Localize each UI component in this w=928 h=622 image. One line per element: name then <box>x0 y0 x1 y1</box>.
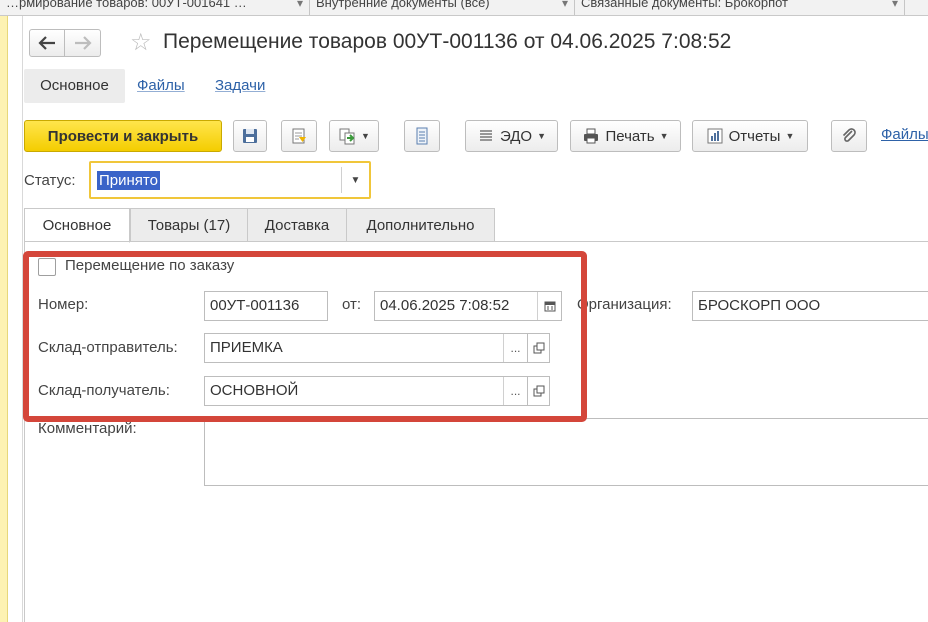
post-and-close-button[interactable]: Провести и закрыть <box>24 120 222 152</box>
save-button[interactable] <box>233 120 267 152</box>
highlight-frame <box>23 251 587 422</box>
tab-main[interactable]: Основное <box>24 208 130 243</box>
print-button[interactable]: Печать ▼ <box>570 120 681 152</box>
chevron-down-icon[interactable]: ▾ <box>562 0 568 12</box>
tab-delivery[interactable]: Доставка <box>247 208 347 242</box>
chevron-down-icon[interactable]: ▾ <box>297 0 303 12</box>
create-based-on-button[interactable]: ▼ <box>329 120 379 152</box>
journal-icon <box>416 127 428 145</box>
window-tab-2[interactable]: Внутренние документы (все) ▾ <box>310 0 575 15</box>
edo-icon <box>479 130 492 141</box>
section-files-link[interactable]: Файлы <box>137 69 185 103</box>
tab-additional[interactable]: Дополнительно <box>346 208 495 242</box>
chevron-down-icon: ▼ <box>659 131 669 141</box>
arrow-right-icon <box>74 36 92 50</box>
files-link[interactable]: Файлы <box>881 126 928 143</box>
chevron-down-icon: ▼ <box>361 131 370 141</box>
window-tab-1[interactable]: …рмирование товаров: 00УТ-001641 … ▾ <box>0 0 310 15</box>
page-title: Перемещение товаров 00УТ-001136 от 04.06… <box>163 30 732 53</box>
tab-underline <box>24 241 928 242</box>
organization-label: Организация: <box>577 296 672 313</box>
section-tasks-link[interactable]: Задачи <box>215 69 265 103</box>
status-value: Принято <box>97 171 160 190</box>
edo-button[interactable]: ЭДО ▼ <box>465 120 558 152</box>
forward-button[interactable] <box>65 29 101 57</box>
left-panel-edge <box>0 16 8 622</box>
window-tabs: …рмирование товаров: 00УТ-001641 … ▾ Вну… <box>0 0 928 16</box>
section-main[interactable]: Основное <box>24 69 125 103</box>
window-tab-3[interactable]: Связанные документы: Брокорпот ▾ <box>575 0 905 15</box>
reports-button[interactable]: Отчеты ▼ <box>692 120 808 152</box>
back-button[interactable] <box>29 29 65 57</box>
chevron-down-icon: ▼ <box>785 131 795 141</box>
tab-goods[interactable]: Товары (17) <box>130 208 248 242</box>
document-journal-button[interactable] <box>404 120 440 152</box>
post-button[interactable] <box>281 120 317 152</box>
status-label: Статус: <box>24 172 76 189</box>
arrow-left-icon <box>38 36 55 50</box>
attach-button[interactable] <box>831 120 867 152</box>
chevron-down-icon: ▼ <box>537 131 547 141</box>
chevron-down-icon[interactable]: ▼ <box>341 167 369 193</box>
paperclip-icon <box>842 128 856 142</box>
organization-input[interactable]: БРОСКОРП ООО <box>692 291 928 321</box>
reports-icon <box>707 128 723 144</box>
create-based-icon <box>339 128 355 145</box>
printer-icon <box>584 128 599 144</box>
comment-label: Комментарий: <box>38 420 137 437</box>
comment-textarea[interactable] <box>204 418 928 486</box>
post-document-icon <box>292 128 306 144</box>
save-disk-icon <box>243 129 257 143</box>
favorite-star-icon[interactable]: ☆ <box>130 29 152 57</box>
chevron-down-icon[interactable]: ▾ <box>892 0 898 12</box>
status-select[interactable]: Принято ▼ <box>89 161 371 199</box>
